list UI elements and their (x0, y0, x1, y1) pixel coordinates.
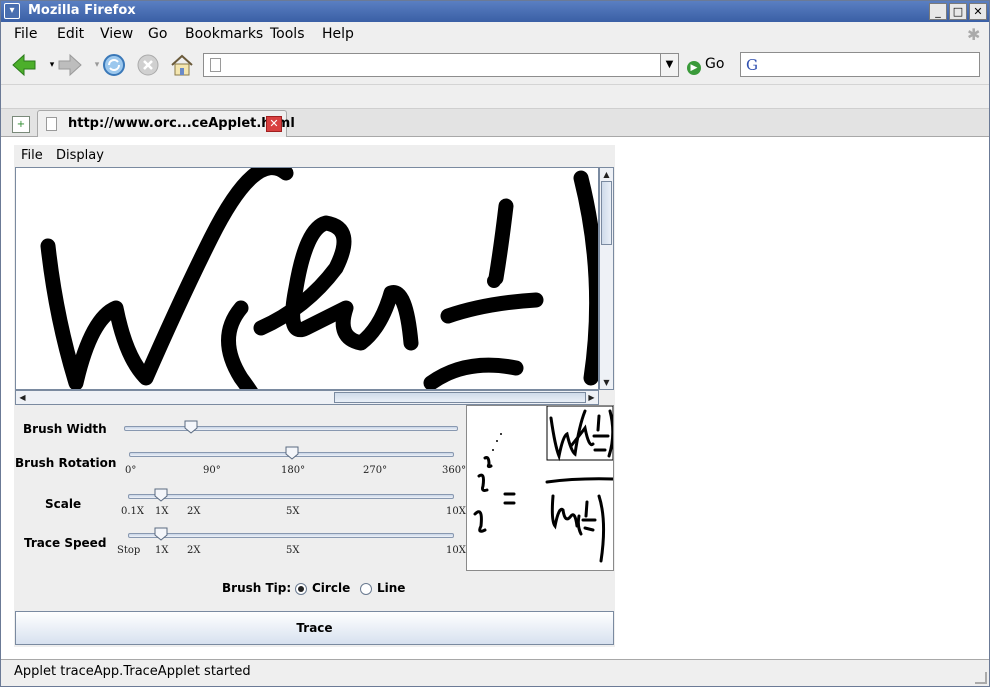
google-search-icon[interactable]: G (746, 57, 758, 73)
rotation-tick-270: 270° (363, 465, 388, 476)
scale-tick-10x: 10X (446, 506, 466, 517)
search-input[interactable]: G (740, 52, 980, 77)
applet-menu-display[interactable]: Display (56, 148, 104, 163)
scale-slider-knob[interactable] (154, 488, 168, 502)
rotation-tick-0: 0° (125, 465, 137, 476)
scroll-up-icon[interactable]: ▲ (600, 168, 613, 181)
vertical-scroll-thumb[interactable] (601, 181, 612, 245)
menu-go[interactable]: Go (148, 26, 167, 42)
brush-rotation-label: Brush Rotation (15, 456, 117, 470)
close-icon[interactable]: ✕ (969, 3, 987, 20)
brush-tip-circle-radio[interactable] (295, 583, 307, 595)
page-icon (210, 58, 221, 72)
page-icon (46, 117, 57, 131)
bookmarks-toolbar (1, 84, 989, 108)
back-arrow-icon[interactable] (11, 52, 37, 78)
brush-tip-line-radio[interactable] (360, 583, 372, 595)
tab-active[interactable]: http://www.orc...ceApplet.html ✕ (37, 110, 295, 138)
menu-view[interactable]: View (100, 26, 133, 42)
scroll-down-icon[interactable]: ▼ (600, 376, 613, 389)
brush-width-label: Brush Width (23, 422, 107, 436)
brush-rotation-slider-knob[interactable] (285, 446, 299, 460)
speed-tick-5x: 5X (286, 545, 300, 556)
speed-tick-stop: Stop (117, 545, 141, 556)
title-bar: ▾ Mozilla Firefox _ □ ✕ (1, 1, 989, 22)
minimize-icon[interactable]: _ (929, 3, 947, 20)
trace-speed-slider-knob[interactable] (154, 527, 168, 541)
horizontal-scroll-thumb[interactable] (334, 392, 586, 403)
canvas-vertical-scrollbar[interactable]: ▲ ▼ (599, 167, 614, 390)
menu-bar: File Edit View Go Bookmarks Tools Help ✱ (1, 22, 989, 46)
handwriting-drawing (40, 168, 598, 389)
forward-arrow-icon[interactable] (57, 52, 83, 78)
trace-speed-label: Trace Speed (24, 536, 107, 550)
url-dropdown-icon[interactable]: ▼ (660, 54, 678, 76)
overview-preview[interactable] (466, 405, 614, 571)
brush-width-slider-knob[interactable] (184, 420, 198, 434)
rotation-tick-90: 90° (203, 465, 221, 476)
scale-slider-track[interactable] (128, 494, 454, 499)
brush-tip-label: Brush Tip: (222, 581, 292, 595)
page-content: File Display ▲ ▼ ◀ ▶ Brush Width Brush R… (1, 137, 989, 659)
resize-grip-icon[interactable] (975, 672, 987, 684)
trace-button[interactable]: Trace (15, 611, 614, 645)
speed-tick-1x: 1X (155, 545, 169, 556)
tab-label: http://www.orc...ceApplet.html (68, 116, 295, 131)
rotation-tick-180: 180° (281, 465, 306, 476)
window-title: Mozilla Firefox (28, 3, 136, 18)
menu-tools[interactable]: Tools (270, 26, 305, 42)
scroll-left-icon[interactable]: ◀ (16, 391, 29, 404)
scale-label: Scale (45, 497, 82, 511)
overview-drawing (473, 406, 613, 563)
maximize-icon[interactable]: □ (949, 3, 967, 20)
go-label: Go (705, 56, 725, 72)
throbber-icon: ✱ (967, 25, 981, 44)
trace-speed-slider-track[interactable] (128, 533, 454, 538)
tab-strip: + http://www.orc...ceApplet.html ✕ (1, 108, 989, 138)
menu-help[interactable]: Help (322, 26, 354, 42)
tab-close-icon[interactable]: ✕ (266, 116, 282, 132)
menu-edit[interactable]: Edit (57, 26, 84, 42)
canvas-horizontal-scrollbar[interactable]: ◀ ▶ (15, 390, 599, 405)
brush-tip-line-label[interactable]: Line (377, 581, 405, 595)
scroll-right-icon[interactable]: ▶ (585, 391, 598, 404)
menu-file[interactable]: File (14, 26, 37, 42)
go-icon: ▶ (687, 61, 701, 75)
scale-tick-0-1x: 0.1X (121, 506, 145, 517)
brush-width-slider-track[interactable] (124, 426, 458, 431)
speed-tick-2x: 2X (187, 545, 201, 556)
brush-tip-circle-label[interactable]: Circle (312, 581, 350, 595)
scale-tick-5x: 5X (286, 506, 300, 517)
reload-icon[interactable] (101, 52, 127, 78)
window-menu-icon[interactable]: ▾ (4, 3, 20, 19)
scale-tick-2x: 2X (187, 506, 201, 517)
browser-window: ▾ Mozilla Firefox _ □ ✕ File Edit View G… (0, 0, 990, 687)
home-icon[interactable] (169, 52, 195, 78)
status-bar: Applet traceApp.TraceApplet started (1, 659, 989, 686)
url-input[interactable] (203, 53, 679, 77)
status-text: Applet traceApp.TraceApplet started (14, 664, 251, 679)
go-button[interactable]: ▶ Go (687, 56, 724, 76)
drawing-canvas[interactable] (15, 167, 599, 390)
stop-icon[interactable] (135, 52, 161, 78)
applet-menu-bar: File Display (14, 145, 615, 167)
radio-selected-dot (298, 586, 304, 592)
menu-bookmarks[interactable]: Bookmarks (185, 26, 263, 42)
speed-tick-10x: 10X (446, 545, 466, 556)
rotation-tick-360: 360° (442, 465, 467, 476)
scale-tick-1x: 1X (155, 506, 169, 517)
trace-applet: File Display ▲ ▼ ◀ ▶ Brush Width Brush R… (14, 145, 615, 647)
applet-menu-file[interactable]: File (21, 148, 43, 163)
new-tab-icon[interactable]: + (12, 116, 30, 133)
